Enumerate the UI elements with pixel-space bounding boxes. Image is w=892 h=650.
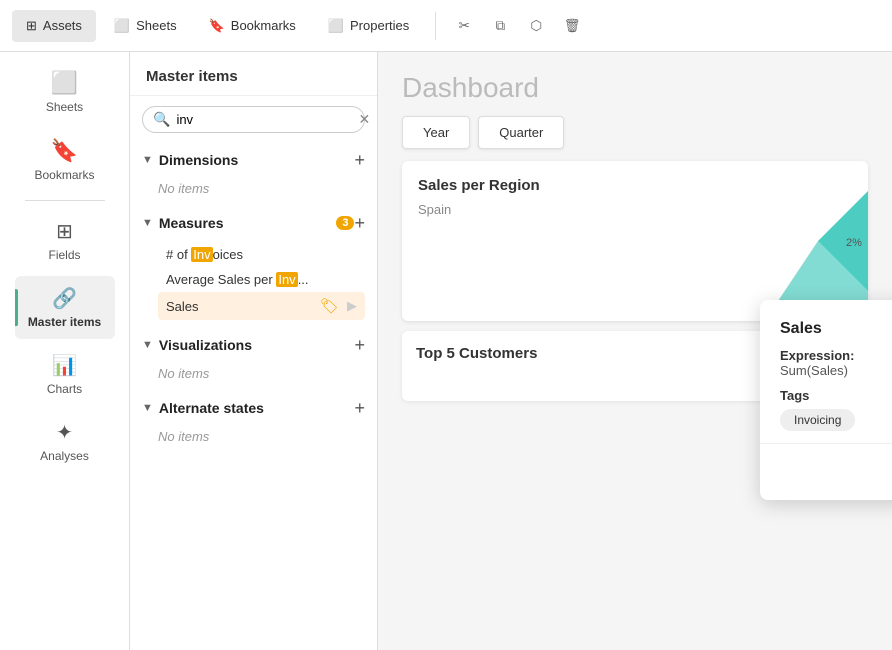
nav-divider (435, 12, 436, 40)
sidebar-item-fields[interactable]: ⊞ Fields (15, 209, 115, 272)
bookmarks-nav-icon: 🔖 (51, 138, 78, 164)
alternate-states-chevron-icon: ▼ (142, 402, 153, 414)
popup-card: Sales Expression: Sum(Sales) Tags Invoic… (760, 300, 892, 500)
tab-sheets[interactable]: ⬜ Sheets (100, 10, 191, 42)
sidebar-item-sheets[interactable]: ⬜ Sheets (15, 60, 115, 124)
dimensions-body: No items (130, 177, 377, 206)
add-dimension-button[interactable]: + (354, 151, 365, 169)
alternate-states-section-header[interactable]: ▼ Alternate states + (130, 391, 377, 425)
alternate-states-title: Alternate states (159, 400, 355, 416)
assets-icon: ⊞ (26, 18, 37, 34)
popup-footer: 🗑 ✏ ⧉ ⤢ (760, 443, 892, 500)
add-visualization-button[interactable]: + (354, 336, 365, 354)
visualizations-body: No items (130, 362, 377, 391)
sidebar-item-master-items[interactable]: 🔗 Master items (15, 276, 115, 339)
search-icon: 🔍 (153, 111, 170, 128)
sales-drag-handle: ▶ (347, 298, 357, 314)
popup-tags-label: Tags (780, 388, 892, 403)
popup-expression-label: Expression: (780, 348, 892, 363)
left-sidebar: ⬜ Sheets 🔖 Bookmarks ⊞ Fields 🔗 Master i… (0, 52, 130, 650)
add-measure-button[interactable]: + (354, 214, 365, 232)
popup-tags: Invoicing (780, 409, 892, 431)
dimensions-no-items: No items (158, 179, 365, 198)
master-items-panel: Master items 🔍 ✕ ▼ Dimensions + No items… (130, 52, 378, 650)
charts-nav-icon: 📊 (52, 353, 77, 378)
sidebar-item-bookmarks[interactable]: 🔖 Bookmarks (15, 128, 115, 192)
quarter-filter-button[interactable]: Quarter (478, 116, 564, 149)
panel-sections: ▼ Dimensions + No items ▼ Measures 3 + #… (130, 139, 377, 650)
sheets-nav-icon: ⬜ (51, 70, 78, 96)
popup-body: Sales Expression: Sum(Sales) Tags Invoic… (760, 300, 892, 443)
measure-item-invoices[interactable]: # of Invoices (158, 242, 365, 267)
measures-badge: 3 (336, 216, 354, 230)
clear-search-button[interactable]: ✕ (358, 111, 370, 128)
top-nav: ⊞ Assets ⬜ Sheets 🔖 Bookmarks ⬜ Properti… (0, 0, 892, 52)
sidebar-item-charts[interactable]: 📊 Charts (15, 343, 115, 406)
measures-section-header[interactable]: ▼ Measures 3 + (130, 206, 377, 240)
visualizations-chevron-icon: ▼ (142, 339, 153, 351)
properties-icon: ⬜ (328, 18, 344, 34)
fields-nav-icon: ⊞ (56, 219, 73, 244)
sidebar-item-analyses[interactable]: ✦ Analyses (15, 410, 115, 473)
master-items-nav-icon: 🔗 (52, 286, 77, 311)
dimensions-chevron-icon: ▼ (142, 154, 153, 166)
analyses-nav-icon: ✦ (56, 420, 73, 445)
bookmarks-icon: 🔖 (209, 18, 225, 34)
measures-chevron-icon: ▼ (142, 217, 153, 229)
sheets-icon: ⬜ (114, 18, 130, 34)
alternate-states-body: No items (130, 425, 377, 454)
visualizations-section-header[interactable]: ▼ Visualizations + (130, 328, 377, 362)
search-container: 🔍 ✕ (142, 106, 365, 133)
popup-expression-value: Sum(Sales) (780, 363, 892, 378)
tab-properties[interactable]: ⬜ Properties (314, 10, 423, 42)
measures-body: # of Invoices Average Sales per Inv... S… (130, 240, 377, 328)
copy-button[interactable]: ⧉ (484, 10, 516, 42)
sales-per-region-chart: Sales per Region Spain 2% (402, 161, 868, 321)
measure-item-sales[interactable]: Sales 🏷 ▶ (158, 292, 365, 320)
tag-icon: 🏷 (320, 297, 339, 315)
sidebar-divider (25, 200, 105, 201)
dashboard-area: Dashboard Year Quarter Sales per Region … (378, 52, 892, 650)
visualizations-title: Visualizations (159, 337, 355, 353)
cut-button[interactable]: ✂ (448, 10, 480, 42)
add-alternate-state-button[interactable]: + (354, 399, 365, 417)
dimensions-section-header[interactable]: ▼ Dimensions + (130, 143, 377, 177)
chart-visual: 2% (758, 161, 868, 321)
paste-button[interactable]: ⬡ (520, 10, 552, 42)
tag-chip-invoicing: Invoicing (780, 409, 855, 431)
main-layout: ⬜ Sheets 🔖 Bookmarks ⊞ Fields 🔗 Master i… (0, 52, 892, 650)
measures-title: Measures (159, 215, 330, 231)
year-filter-button[interactable]: Year (402, 116, 470, 149)
measure-item-avg-sales[interactable]: Average Sales per Inv... (158, 267, 365, 292)
filter-bar: Year Quarter (378, 116, 892, 161)
svg-text:2%: 2% (846, 237, 862, 249)
alternate-states-no-items: No items (158, 427, 365, 446)
panel-title: Master items (130, 52, 377, 96)
visualizations-no-items: No items (158, 364, 365, 383)
popup-title: Sales (780, 320, 892, 338)
tab-assets[interactable]: ⊞ Assets (12, 10, 96, 42)
search-input[interactable] (176, 112, 352, 127)
dimensions-title: Dimensions (159, 152, 355, 168)
dashboard-title: Dashboard (378, 52, 892, 116)
charts-row: Sales per Region Spain 2% (402, 161, 868, 321)
tab-bookmarks[interactable]: 🔖 Bookmarks (195, 10, 310, 42)
delete-button[interactable]: 🗑 (556, 10, 588, 42)
